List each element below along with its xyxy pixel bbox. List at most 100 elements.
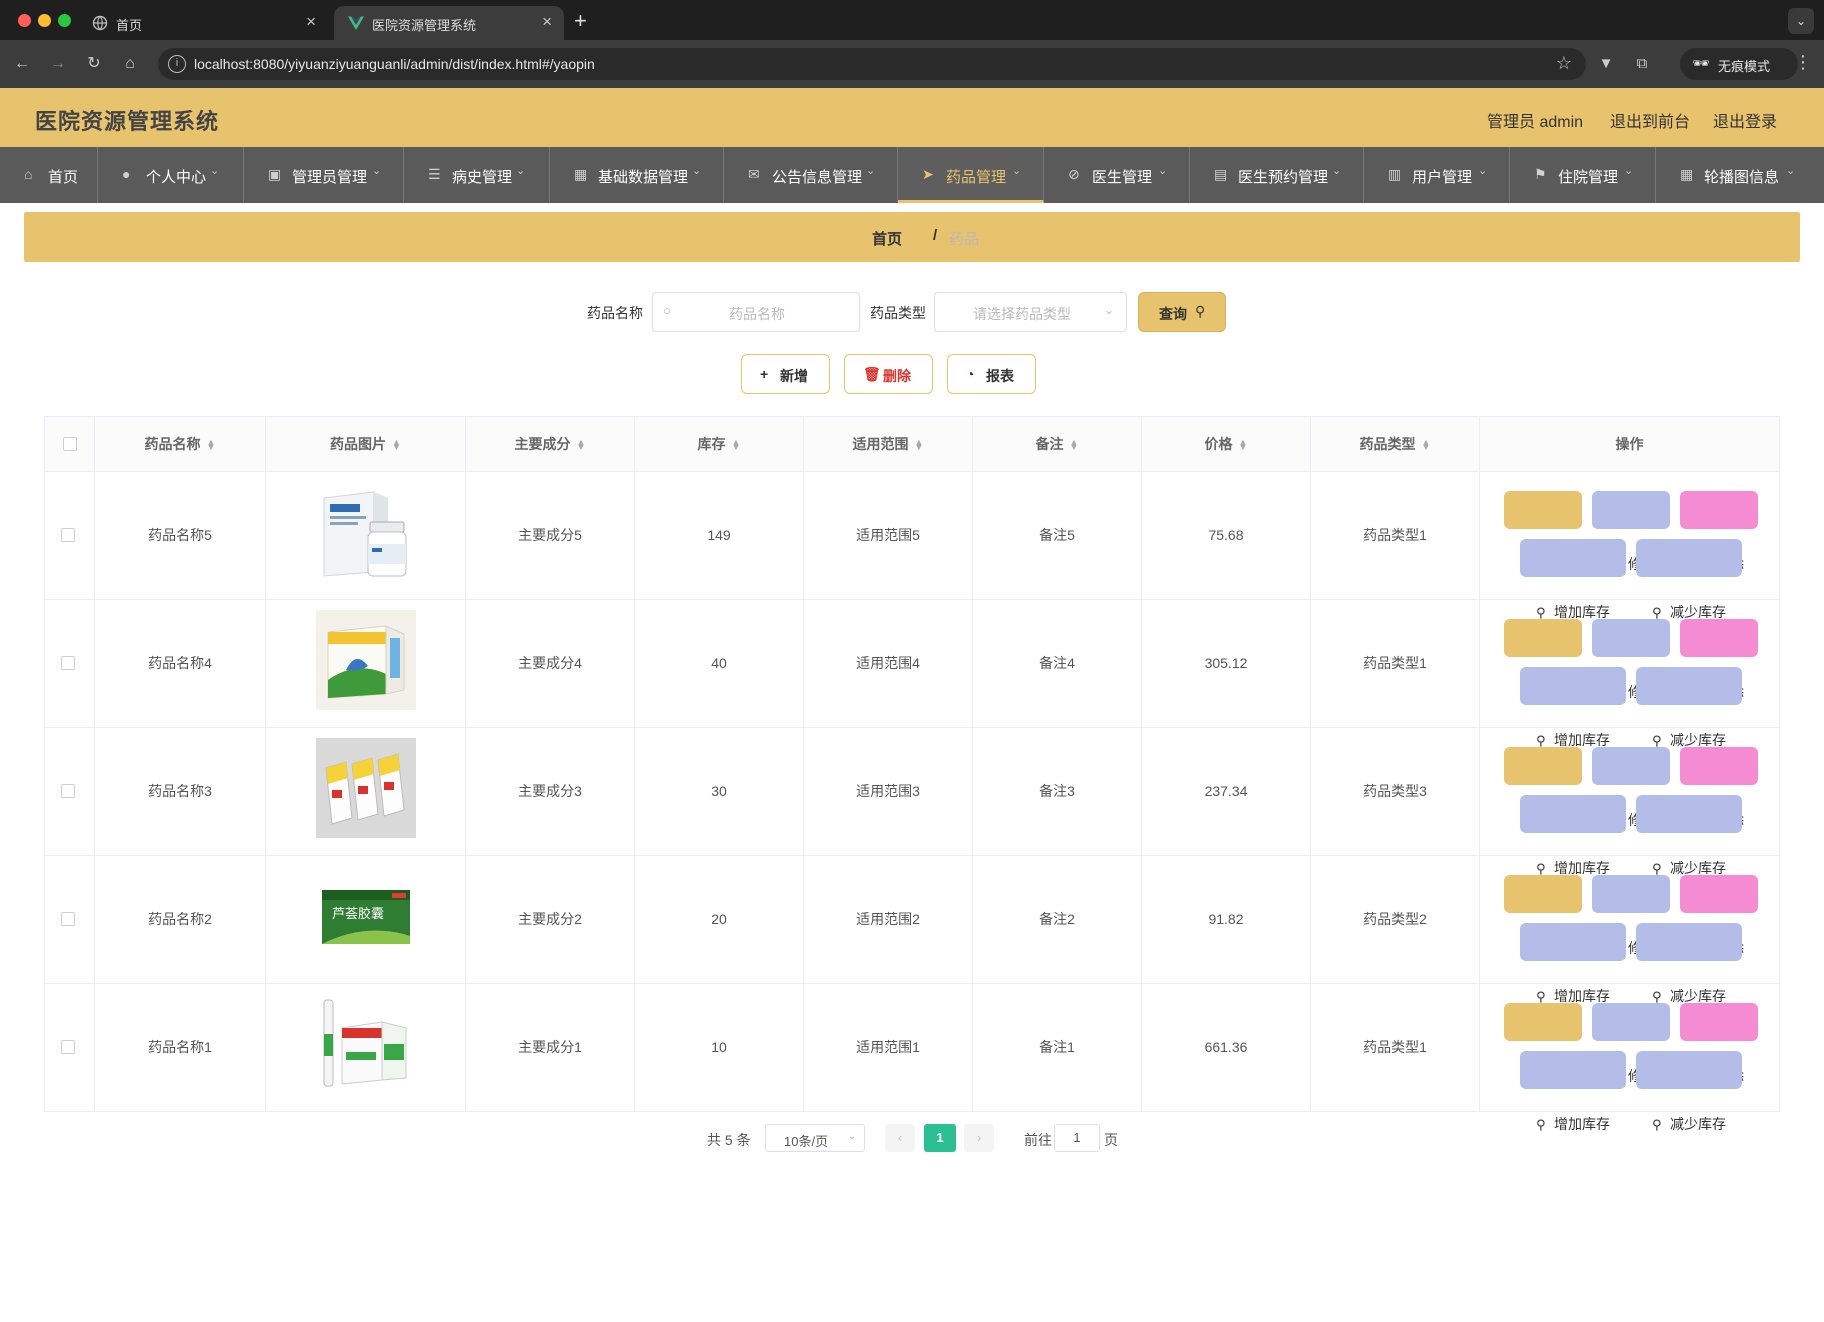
delete-button[interactable]: 🗑删除 [1680,747,1758,828]
detail-button[interactable]: ▤详情 [1504,1003,1582,1084]
row-checkbox[interactable] [61,784,75,798]
nav-item-history-management[interactable]: ☰ 病史管理 ⌄ [404,147,550,203]
page-size-label: 10条/页 [784,1134,829,1149]
medicine-type-select[interactable]: 请选择药品类型 ⌄ [934,292,1127,332]
goto-page-input[interactable]: 1 [1054,1124,1100,1152]
next-page-button[interactable]: › [964,1124,994,1152]
chevron-down-icon: ⌄ [847,1131,856,1142]
reduce-stock-button[interactable]: ⚲ 减少库存 [1636,795,1742,876]
logout-link[interactable]: 退出登录 [1713,108,1777,132]
sort-icon[interactable]: ▲ ▼ [577,438,586,452]
close-icon[interactable]: × [306,12,316,32]
delete-button[interactable]: 🗑删除 [1680,875,1758,956]
column-header-ingredient[interactable]: 主要成分 ▲ ▼ [466,417,635,472]
detail-button[interactable]: ▤详情 [1504,747,1582,828]
browser-tab-active[interactable]: 医院资源管理系统 × [334,6,564,40]
sort-icon[interactable]: ▲ ▼ [392,438,401,452]
nav-item-user-management[interactable]: ▥ 用户管理 ⌄ [1364,147,1510,203]
nav-item-carousel[interactable]: ▦ 轮播图信息 ⌄ [1656,147,1824,203]
add-button[interactable]: + 新增 [741,354,830,394]
page-size-select[interactable]: 10条/页 ⌄ [765,1124,865,1152]
incognito-badge[interactable]: 🕶 无痕模式 [1680,48,1798,80]
maximize-window-button[interactable] [58,14,71,27]
column-header-price[interactable]: 价格 ▲ ▼ [1142,417,1311,472]
close-icon[interactable]: × [542,12,552,32]
sort-icon[interactable]: ▲ ▼ [732,438,741,452]
back-to-front-link[interactable]: 退出到前台 [1610,108,1690,132]
medicine-image [316,610,416,710]
nav-item-basic-data[interactable]: ▦ 基础数据管理 ⌄ [550,147,724,203]
add-stock-button[interactable]: ⚲ 增加库存 [1520,795,1626,876]
extension-v-icon[interactable]: ▼ [1594,52,1618,76]
reduce-stock-button[interactable]: ⚲ 减少库存 [1636,923,1742,1004]
nav-item-appointment-management[interactable]: ▤ 医生预约管理 ⌄ [1190,147,1364,203]
table-row: 药品名称4 主要成分4 40 适用范围4 备注4 305.12 药品类型1 ▤详… [45,600,1779,748]
column-header-scope[interactable]: 适用范围 ▲ ▼ [804,417,973,472]
delete-button[interactable]: 🗑删除 [1680,619,1758,700]
add-stock-button[interactable]: ⚲ 增加库存 [1520,923,1626,1004]
browser-tab-home[interactable]: 首页 × [78,6,328,40]
sort-icon[interactable]: ▲ ▼ [1422,438,1431,452]
column-header-note[interactable]: 备注 ▲ ▼ [973,417,1142,472]
edit-button[interactable]: ✎修改 [1592,747,1670,828]
minimize-window-button[interactable] [38,14,51,27]
sort-icon[interactable]: ▲ ▼ [1239,438,1248,452]
nav-item-admin-management[interactable]: ▣ 管理员管理 ⌄ [244,147,404,203]
nav-item-hospitalization[interactable]: ⚑ 住院管理 ⌄ [1510,147,1656,203]
close-window-button[interactable] [18,14,31,27]
home-icon[interactable]: ⌂ [118,52,142,76]
star-icon[interactable]: ☆ [1556,53,1572,74]
row-checkbox[interactable] [61,528,75,542]
list-icon: ☰ [428,166,441,182]
batch-delete-button[interactable]: 🗑 删除 [844,354,933,394]
nav-item-home[interactable]: ⌂ 首页 [0,147,98,203]
add-stock-button[interactable]: ⚲ 增加库存 [1520,1051,1626,1132]
forward-icon[interactable]: → [46,52,70,76]
address-bar[interactable]: i localhost:8080/yiyuanziyuanguanli/admi… [158,48,1586,80]
reduce-stock-button[interactable]: ⚲ 减少库存 [1636,539,1742,620]
nav-item-notice-management[interactable]: ✉ 公告信息管理 ⌄ [724,147,898,203]
add-stock-button[interactable]: ⚲ 增加库存 [1520,667,1626,748]
more-menu-icon[interactable]: ⋮ [1794,52,1812,73]
column-header-name[interactable]: 药品名称 ▲ ▼ [95,417,266,472]
column-header-type[interactable]: 药品类型 ▲ ▼ [1311,417,1480,472]
medicine-name-input[interactable]: ○ 药品名称 [652,292,860,332]
detail-button[interactable]: ▤详情 [1504,619,1582,700]
back-icon[interactable]: ← [10,52,34,76]
chevron-down-icon[interactable]: ⌄ [1788,8,1814,34]
nav-item-medicine-management[interactable]: ➤ 药品管理 ⌄ [898,147,1044,203]
select-all-checkbox[interactable] [63,437,77,451]
current-page-button[interactable]: 1 [924,1124,956,1152]
delete-button[interactable]: 🗑删除 [1680,491,1758,572]
breadcrumb-home[interactable]: 首页 [872,228,902,249]
ticket-icon: ✉ [748,166,760,182]
new-tab-icon[interactable]: + [574,8,587,34]
sort-icon[interactable]: ▲ ▼ [207,438,216,452]
detail-button[interactable]: ▤详情 [1504,875,1582,956]
site-info-icon[interactable]: i [168,55,186,73]
column-header-image[interactable]: 药品图片 ▲ ▼ [266,417,466,472]
row-checkbox[interactable] [61,912,75,926]
reload-icon[interactable]: ↻ [82,52,106,76]
nav-item-personal-center[interactable]: ● 个人中心 ⌄ [98,147,244,203]
edit-button[interactable]: ✎修改 [1592,491,1670,572]
reduce-stock-button[interactable]: ⚲ 减少库存 [1636,667,1742,748]
edit-button[interactable]: ✎修改 [1592,875,1670,956]
report-button[interactable]: ◔ 报表 [947,354,1036,394]
pagination-total: 共 5 条 [707,1132,751,1148]
add-stock-button[interactable]: ⚲ 增加库存 [1520,539,1626,620]
edit-button[interactable]: ✎修改 [1592,1003,1670,1084]
prev-page-button[interactable]: ‹ [885,1124,915,1152]
puzzle-icon[interactable]: ⧉ [1630,52,1654,76]
edit-button[interactable]: ✎修改 [1592,619,1670,700]
query-button[interactable]: 查询 ⚲ [1138,292,1226,332]
delete-button[interactable]: 🗑删除 [1680,1003,1758,1084]
row-checkbox[interactable] [61,656,75,670]
detail-button[interactable]: ▤详情 [1504,491,1582,572]
reduce-stock-button[interactable]: ⚲ 减少库存 [1636,1051,1742,1132]
sort-icon[interactable]: ▲ ▼ [1070,438,1079,452]
sort-icon[interactable]: ▲ ▼ [915,438,924,452]
column-header-stock[interactable]: 库存 ▲ ▼ [635,417,804,472]
row-checkbox[interactable] [61,1040,75,1054]
nav-item-doctor-management[interactable]: ⊘ 医生管理 ⌄ [1044,147,1190,203]
